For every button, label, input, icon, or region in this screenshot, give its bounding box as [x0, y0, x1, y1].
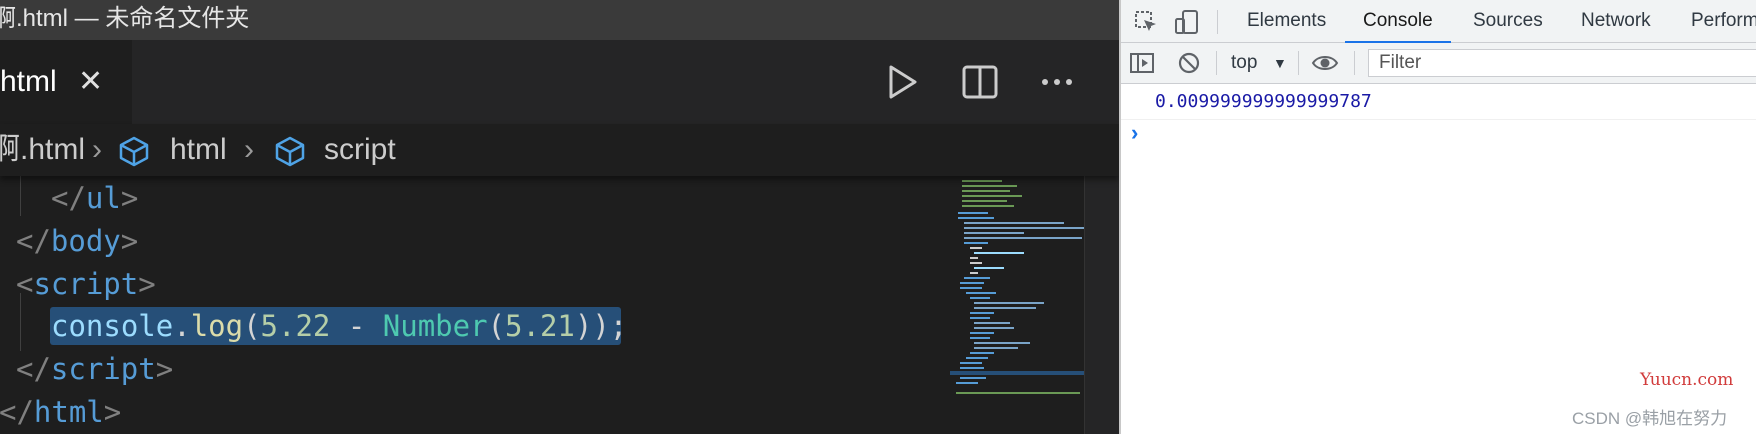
close-icon[interactable]: ✕ — [78, 40, 103, 124]
tab-network[interactable]: Network — [1581, 0, 1651, 42]
filter-input[interactable]: Filter — [1368, 49, 1756, 77]
watermark-author: CSDN @韩旭在努力 — [1572, 409, 1728, 428]
console-output-value: 0.009999999999999787 — [1155, 91, 1372, 112]
code-line: </script> — [16, 352, 174, 386]
console-prompt-icon[interactable]: › — [1131, 120, 1138, 146]
tab-elements[interactable]: Elements — [1247, 0, 1326, 42]
clear-console-icon[interactable] — [1177, 51, 1201, 75]
code-line: </ul> — [51, 181, 139, 215]
minimap[interactable] — [950, 176, 1084, 434]
editor-tab-bar: html ✕ — [0, 40, 1119, 124]
code-line: </html> — [0, 395, 122, 429]
dropdown-arrow-icon: ▼ — [1273, 55, 1287, 71]
breadcrumb-item-script[interactable]: script — [324, 124, 396, 176]
devtools-panel: Elements Console Sources Network Perform… — [1119, 0, 1756, 434]
tab-performance[interactable]: Perform — [1691, 0, 1756, 42]
toolbar-divider — [1298, 51, 1299, 75]
code-line: <script> — [16, 267, 156, 301]
eye-icon[interactable] — [1311, 52, 1339, 74]
code-editor-window: 啊.html — 未命名文件夹 html ✕ 啊.html › html › s… — [0, 0, 1119, 434]
console-message: 0.009999999999999787 — [1121, 84, 1756, 120]
symbol-element-icon — [119, 136, 149, 167]
indent-guide — [20, 176, 21, 216]
toolbar-divider — [1216, 51, 1217, 75]
split-editor-icon[interactable] — [960, 62, 1000, 102]
tab-label: html — [0, 65, 57, 98]
breadcrumb-item-html[interactable]: html — [170, 124, 227, 176]
window-titlebar: 啊.html — 未命名文件夹 — [0, 0, 1119, 40]
breadcrumb: 啊.html › html › script — [0, 124, 1119, 176]
toolbar-divider — [1354, 51, 1355, 75]
breadcrumb-file[interactable]: 啊.html — [0, 124, 85, 176]
tab-sources[interactable]: Sources — [1473, 0, 1543, 42]
tab-console[interactable]: Console — [1345, 0, 1451, 43]
code-line: </body> — [16, 224, 139, 258]
breadcrumb-separator: › — [92, 133, 102, 166]
code-area[interactable]: </ul> </body> <script> console.log(5.22 … — [0, 176, 950, 434]
device-toolbar-icon[interactable] — [1173, 8, 1201, 36]
more-actions-icon[interactable] — [1037, 62, 1077, 102]
breadcrumb-separator: › — [244, 133, 254, 166]
context-selector[interactable]: top ▼ — [1231, 43, 1287, 83]
editor-tab[interactable]: html ✕ — [0, 40, 132, 124]
sidebar-toggle-icon[interactable] — [1129, 51, 1155, 75]
devtools-tab-bar: Elements Console Sources Network Perform — [1121, 0, 1756, 43]
symbol-element-icon — [275, 136, 305, 167]
watermark-site: Yuucn.com — [1640, 370, 1734, 390]
play-icon[interactable] — [882, 62, 922, 102]
console-toolbar: top ▼ Filter — [1121, 43, 1756, 84]
toolbar-divider — [1217, 10, 1218, 34]
vertical-scrollbar[interactable] — [1084, 176, 1119, 434]
window-title: 啊.html — 未命名文件夹 — [0, 5, 250, 32]
code-line-selected: console.log(5.22 - Number(5.21)); — [51, 309, 628, 343]
inspect-element-icon[interactable] — [1133, 9, 1159, 35]
